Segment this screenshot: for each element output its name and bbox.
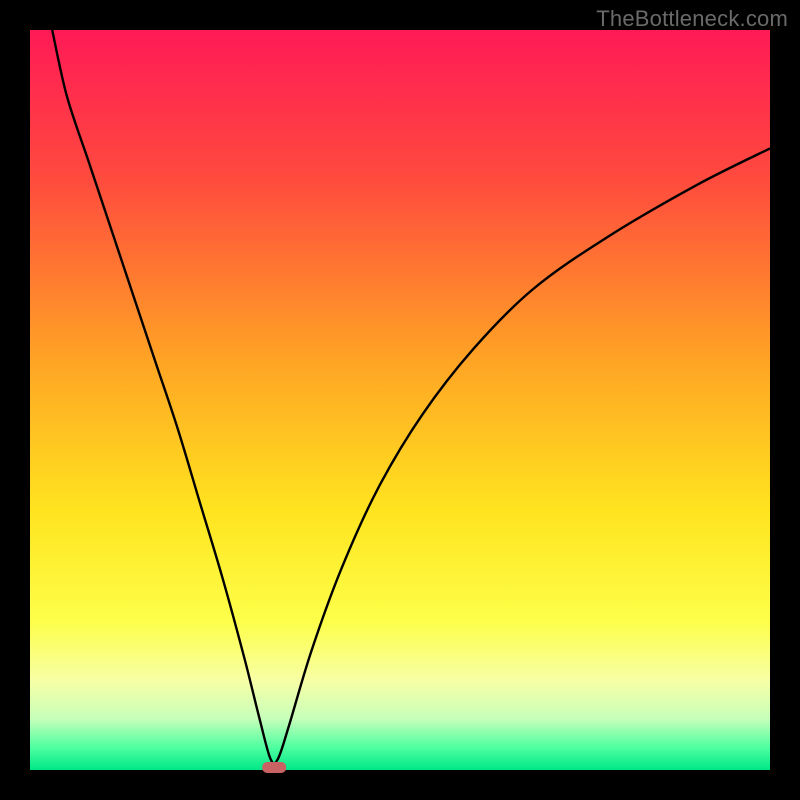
chart-frame: TheBottleneck.com: [0, 0, 800, 800]
watermark-text: TheBottleneck.com: [596, 6, 788, 32]
bottleneck-chart: [0, 0, 800, 800]
plot-background: [30, 30, 770, 770]
minimum-marker: [262, 762, 286, 773]
